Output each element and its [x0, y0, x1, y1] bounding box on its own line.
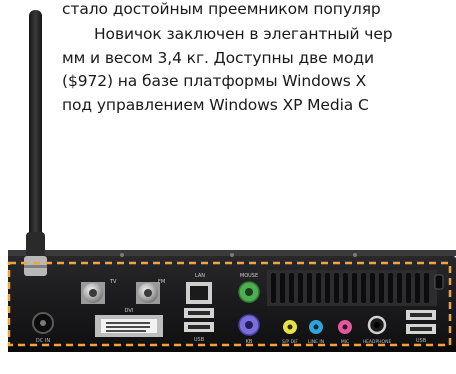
tv-label: TV: [109, 279, 117, 285]
mic-label: MIC: [341, 339, 349, 345]
product-photo: DC IN TV FM DVI LAN USB MOUSE KB S/P DIF…: [7, 10, 456, 352]
dc-in-label: DC IN: [36, 338, 50, 344]
line-in-label: LINE IN: [308, 339, 324, 345]
headphone-label: HEADPHONE: [363, 339, 392, 345]
mouse-port: MOUSE: [238, 273, 260, 303]
vent-grille: [267, 270, 437, 306]
lan-label: LAN: [195, 273, 205, 279]
usb-left-label: USB: [194, 337, 205, 343]
usb-right-label: USB: [416, 338, 427, 344]
kb-label: KB: [246, 339, 253, 345]
antenna: [24, 10, 47, 276]
dc-in-port: DC IN: [32, 312, 54, 344]
fm-label: FM: [158, 279, 165, 285]
mouse-label: MOUSE: [240, 273, 258, 279]
spdif-label: S/P DIF: [282, 339, 298, 345]
dvi-label: DVI: [125, 308, 134, 314]
security-slot: [434, 274, 444, 290]
